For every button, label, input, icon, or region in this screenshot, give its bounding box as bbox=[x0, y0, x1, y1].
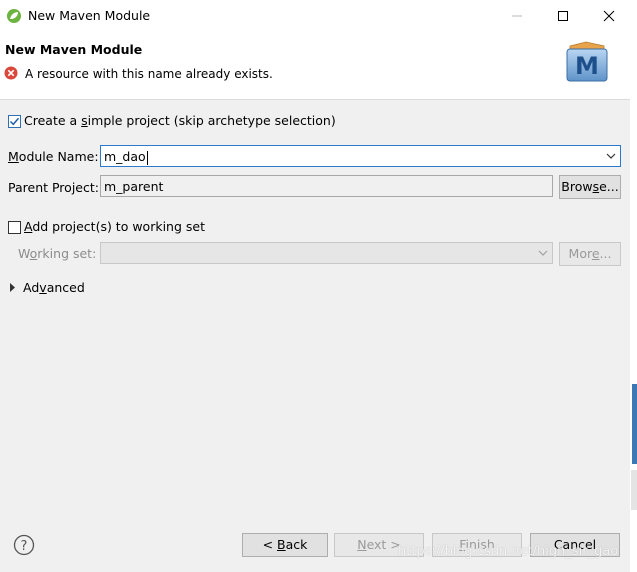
browse-label-pre: Brow bbox=[561, 179, 593, 194]
back-mnemonic: B bbox=[277, 537, 286, 552]
wizard-header: New Maven Module A resource with this na… bbox=[0, 31, 630, 100]
maven-logo-icon: M bbox=[566, 41, 608, 82]
more-button[interactable]: More... bbox=[559, 242, 621, 266]
next-mnemonic: N bbox=[357, 537, 367, 552]
next-label-post: ext > bbox=[366, 537, 401, 552]
spring-leaf-icon bbox=[7, 9, 21, 23]
module-name-combo[interactable]: m_dao bbox=[100, 145, 621, 167]
error-message: A resource with this name already exists… bbox=[25, 67, 273, 81]
maximize-button[interactable] bbox=[540, 0, 586, 31]
advanced-label-pre: Ad bbox=[23, 280, 40, 295]
module-name-text: m_dao bbox=[104, 149, 146, 164]
module-name-mnemonic: M bbox=[8, 149, 19, 164]
module-name-value: m_dao bbox=[104, 149, 148, 165]
working-set-checkbox[interactable] bbox=[8, 221, 21, 234]
error-icon bbox=[4, 66, 18, 80]
simple-project-label-pre: Create a bbox=[24, 113, 82, 128]
help-icon[interactable]: ? bbox=[13, 534, 35, 556]
close-icon bbox=[603, 10, 615, 21]
simple-project-label[interactable]: Create a simple project (skip archetype … bbox=[24, 113, 336, 128]
background-window-edge bbox=[630, 0, 637, 572]
minimize-button[interactable] bbox=[494, 0, 540, 31]
advanced-mnemonic: v bbox=[39, 280, 47, 295]
text-caret bbox=[146, 150, 148, 165]
more-mnemonic: e bbox=[591, 246, 600, 261]
browse-label-post: e... bbox=[599, 179, 619, 194]
maximize-icon bbox=[558, 10, 568, 21]
svg-text:M: M bbox=[575, 52, 599, 80]
expand-arrow-icon[interactable] bbox=[10, 283, 16, 292]
close-button[interactable] bbox=[586, 0, 632, 31]
wizard-title: New Maven Module bbox=[5, 42, 143, 57]
simple-project-checkbox[interactable] bbox=[8, 115, 21, 128]
more-label-pre: Mor bbox=[568, 246, 592, 261]
simple-project-label-post: imple project (skip archetype selection) bbox=[87, 113, 336, 128]
back-label-post: ack bbox=[285, 537, 308, 552]
more-label-post: ... bbox=[599, 246, 612, 261]
svg-text:?: ? bbox=[21, 539, 28, 554]
module-name-label-post: odule Name: bbox=[18, 149, 99, 164]
chevron-down-icon[interactable] bbox=[606, 152, 616, 160]
background-window-panel bbox=[631, 470, 637, 510]
back-label-pre: < bbox=[262, 537, 278, 552]
browse-button[interactable]: Browse... bbox=[559, 175, 621, 199]
title-bar: New Maven Module bbox=[0, 0, 630, 31]
module-name-label: Module Name: bbox=[8, 149, 99, 164]
back-button[interactable]: < Back bbox=[242, 533, 328, 557]
working-set-label-post: rking set: bbox=[37, 246, 97, 261]
parent-project-value: m_parent bbox=[104, 179, 164, 194]
watermark-text: https://blog.csdn.net/high_sir_gao bbox=[398, 544, 619, 559]
window-title: New Maven Module bbox=[28, 8, 151, 23]
working-set-check-label-post: dd project(s) to working set bbox=[32, 219, 205, 234]
working-set-label: Working set: bbox=[18, 246, 96, 261]
parent-project-label: Parent Project: bbox=[8, 180, 99, 195]
advanced-section-toggle[interactable]: Advanced bbox=[23, 280, 85, 295]
background-window-accent bbox=[632, 384, 637, 464]
working-set-check-label[interactable]: Add project(s) to working set bbox=[24, 219, 205, 234]
working-set-combo[interactable] bbox=[100, 242, 553, 264]
advanced-label-post: anced bbox=[46, 280, 85, 295]
minimize-icon bbox=[512, 15, 522, 16]
parent-project-field[interactable]: m_parent bbox=[100, 175, 553, 197]
checkmark-icon bbox=[9, 117, 20, 126]
chevron-down-icon bbox=[538, 250, 548, 256]
working-set-label-pre: W bbox=[18, 246, 30, 261]
